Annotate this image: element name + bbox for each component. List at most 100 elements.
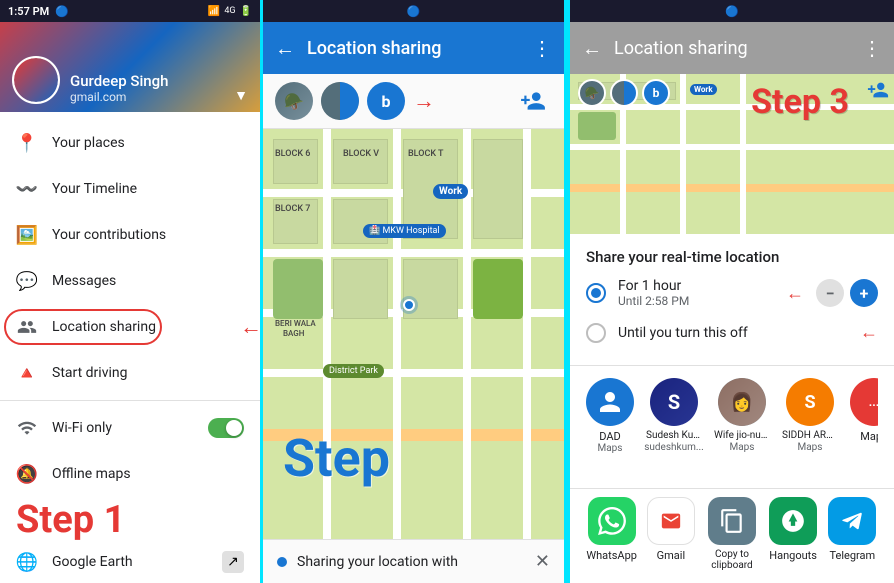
sidebar-item-wifi-only[interactable]: Wi-Fi only [0, 405, 260, 451]
mini-add-person[interactable] [867, 79, 889, 105]
sharing-text: Sharing your location with [297, 554, 458, 570]
sidebar-item-label: Your contributions [52, 227, 244, 243]
dropdown-arrow[interactable]: ▼ [234, 87, 248, 104]
sidebar-item-start-driving[interactable]: 🔺 Start driving [0, 350, 260, 396]
mini-contacts: 🪖 b [578, 79, 670, 107]
sidebar-item-offline-maps[interactable]: 🔕 Offline maps [0, 451, 260, 497]
radio-forever[interactable] [586, 323, 606, 343]
divider [0, 400, 260, 401]
copy-label: Copy to clipboard [705, 549, 760, 571]
timeline-icon: 〰️ [16, 178, 38, 200]
app-telegram[interactable]: Telegram [827, 497, 878, 571]
contact-avatar-2[interactable] [321, 82, 359, 120]
earth-icon: 🌐 [16, 551, 38, 573]
offline-icon: 🔕 [16, 463, 38, 485]
back-arrow-btn[interactable]: ← [275, 36, 295, 61]
siddh-avatar: S [786, 378, 834, 426]
panel2-contacts: 🪖 b → [263, 74, 564, 129]
step1-container: Step 1 [0, 497, 260, 539]
panel3-apps: WhatsApp Gmail Copy to clipboard Hangout… [570, 488, 894, 583]
telegram-icon [828, 497, 876, 545]
wifi-icon [16, 417, 38, 439]
block2 [333, 139, 388, 184]
map-label-blockv: BLOCK V [343, 149, 379, 159]
app-whatsapp[interactable]: WhatsApp [586, 497, 637, 571]
location-sharing-icon [16, 316, 38, 338]
mini-road-h2 [570, 144, 894, 150]
sidebar-item-your-timeline[interactable]: 〰️ Your Timeline [0, 166, 260, 212]
sidebar-item-messages[interactable]: 💬 Messages [0, 258, 260, 304]
person-more[interactable]: ... Maps [850, 378, 878, 454]
contributions-icon: 🖼️ [16, 224, 38, 246]
panel3-title: Location sharing [614, 38, 862, 59]
sharing-dot [277, 557, 287, 567]
bluetooth-icon2: 🔵 [407, 5, 421, 18]
helmet-avatar: 🪖 [275, 82, 313, 120]
panel2-map-view: 🔵 ← Location sharing ⋮ 🪖 b → [260, 0, 567, 583]
sudesh-sub: sudeshkum... [644, 442, 704, 453]
panel3-topbar: ← Location sharing ⋮ [570, 22, 894, 74]
contact-avatar-1[interactable]: 🪖 [275, 82, 313, 120]
bluetooth-icon3: 🔵 [725, 5, 739, 18]
radio-inner [591, 288, 601, 298]
location-sharing-label: Location sharing [52, 319, 244, 335]
sidebar-header: Gurdeep Singh gmail.com ▼ [0, 22, 260, 112]
google-earth-label: Google Earth [52, 554, 222, 570]
option2-text: Until you turn this off [618, 325, 860, 341]
app-hangouts[interactable]: Hangouts [767, 497, 818, 571]
person-wife[interactable]: 👩 Wife jio-number Maps [714, 378, 770, 454]
block7 [473, 139, 523, 239]
person-dad[interactable]: DAD Maps [586, 378, 634, 454]
hospital-pin: 🏥 MKW Hospital [363, 224, 446, 238]
contact-avatar-3[interactable]: b [367, 82, 405, 120]
sidebar-menu: 📍 Your places 〰️ Your Timeline 🖼️ Your c… [0, 112, 260, 583]
person-sudesh[interactable]: S Sudesh Kumar Jo... sudeshkum... [646, 378, 702, 454]
step1-label: Step 1 [16, 501, 244, 539]
option2-main: Until you turn this off [618, 325, 860, 341]
wifi-toggle[interactable] [208, 418, 244, 438]
add-person-btn[interactable] [514, 82, 552, 120]
dad-name: DAD [586, 430, 634, 443]
sidebar-item-your-places[interactable]: 📍 Your places [0, 120, 260, 166]
mini-park [578, 112, 616, 140]
mini-work-pin: Work [690, 84, 717, 95]
share-option-forever[interactable]: Until you turn this off ← [586, 322, 878, 343]
more-name: Maps [850, 430, 878, 443]
dad-avatar [586, 378, 634, 426]
radio-1hour[interactable] [586, 283, 606, 303]
map-area[interactable]: BLOCK 6 BLOCK V BLOCK T BLOCK 7 BERI WAL… [263, 129, 564, 539]
sidebar-item-label: Start driving [52, 365, 244, 381]
close-btn[interactable]: ✕ [535, 551, 550, 572]
block1 [273, 139, 318, 184]
sidebar-item-your-contributions[interactable]: 🖼️ Your contributions [0, 212, 260, 258]
sidebar-item-label: Messages [52, 273, 244, 289]
sidebar-item-location-sharing[interactable]: Location sharing ← [0, 304, 260, 350]
person-siddh[interactable]: S SIDDH ARATH SI... Maps [782, 378, 838, 454]
wife-name: Wife jio-number [714, 430, 770, 442]
hangouts-label: Hangouts [769, 549, 817, 562]
sidebar-item-label: Your Timeline [52, 181, 244, 197]
step-label: Step [283, 428, 390, 489]
more-avatar: ... [850, 378, 878, 426]
more-options-btn[interactable]: ⋮ [532, 36, 552, 60]
panel3-back-btn[interactable]: ← [582, 36, 602, 61]
step3-label: Step 3 [751, 82, 849, 122]
panel2-topbar: ← Location sharing ⋮ [263, 22, 564, 74]
work-pin: Work [433, 184, 468, 199]
user-location [403, 299, 415, 311]
option1-sub: Until 2:58 PM [618, 294, 786, 308]
dad-sub: Maps [598, 443, 623, 454]
red-arrow-left: ← [240, 314, 260, 340]
panel3-more-btn[interactable]: ⋮ [862, 36, 882, 60]
increase-duration-btn[interactable]: + [850, 279, 878, 307]
app-copy[interactable]: Copy to clipboard [705, 497, 760, 571]
wife-sub: Maps [730, 442, 755, 453]
sidebar-item-google-earth[interactable]: 🌐 Google Earth ↗ [0, 539, 260, 583]
pie-avatar [321, 82, 359, 120]
app-gmail[interactable]: Gmail [645, 497, 696, 571]
sidebar-item-label: Your places [52, 135, 244, 151]
decrease-duration-btn[interactable]: − [816, 279, 844, 307]
red-arrow-option1: ← [786, 283, 804, 304]
driving-icon: 🔺 [16, 362, 38, 384]
share-option-1hour[interactable]: For 1 hour Until 2:58 PM ← − + [586, 278, 878, 308]
